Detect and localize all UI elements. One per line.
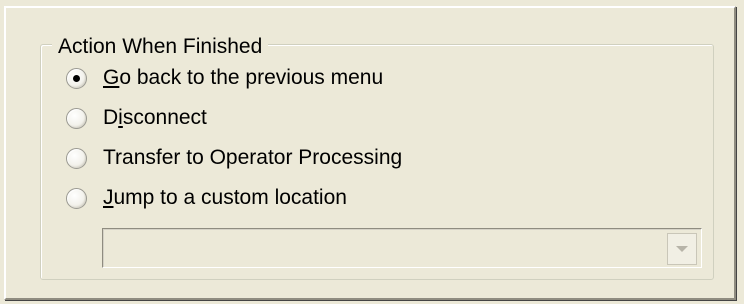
radio-label-go-back[interactable]: Go back to the previous menu xyxy=(103,66,383,90)
group-title: Action When Finished xyxy=(52,36,269,58)
radio-label-transfer-operator[interactable]: Transfer to Operator Processing xyxy=(103,146,402,170)
radio-button-go-back[interactable] xyxy=(66,67,87,89)
radio-button-transfer-operator[interactable] xyxy=(66,147,87,169)
custom-location-dropdown[interactable] xyxy=(102,228,702,268)
radio-button-disconnect[interactable] xyxy=(66,107,87,129)
radio-label-jump-custom[interactable]: Jump to a custom location xyxy=(103,186,347,210)
dropdown-button[interactable] xyxy=(667,233,697,265)
dialog-panel: Action When Finished Go back to the prev… xyxy=(4,6,736,300)
radio-transfer-operator[interactable]: Transfer to Operator Processing xyxy=(66,144,402,172)
radio-label-disconnect[interactable]: Disconnect xyxy=(103,106,207,130)
radio-jump-custom[interactable]: Jump to a custom location xyxy=(66,184,347,212)
radio-disconnect[interactable]: Disconnect xyxy=(66,104,207,132)
radio-go-back[interactable]: Go back to the previous menu xyxy=(66,64,383,92)
radio-button-jump-custom[interactable] xyxy=(66,187,87,209)
chevron-down-icon xyxy=(676,246,688,252)
